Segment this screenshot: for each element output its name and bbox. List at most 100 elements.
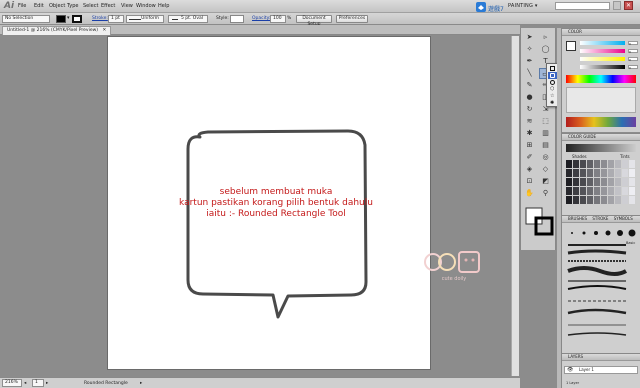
graphic-style-picker[interactable] bbox=[230, 15, 244, 23]
workspace-switcher[interactable]: PAINTING ▾ bbox=[508, 3, 538, 9]
slice-icon[interactable]: ◩ bbox=[539, 176, 552, 187]
guide-swatch[interactable] bbox=[608, 160, 614, 168]
symbol-sprayer-icon[interactable]: ✱ bbox=[523, 128, 536, 139]
guide-swatch[interactable] bbox=[580, 169, 586, 177]
blob-brush-icon[interactable]: ● bbox=[523, 92, 536, 103]
guide-swatch[interactable] bbox=[615, 160, 621, 168]
free-transform-icon[interactable]: ⬚ bbox=[539, 116, 552, 127]
guide-swatch[interactable] bbox=[622, 196, 628, 204]
guide-swatch[interactable] bbox=[615, 169, 621, 177]
guide-swatch[interactable] bbox=[629, 196, 635, 204]
menu-edit[interactable]: Edit bbox=[34, 3, 44, 9]
menu-effect[interactable]: Effect bbox=[101, 3, 115, 9]
guide-swatch[interactable] bbox=[566, 160, 572, 168]
cyan-value[interactable]: 0 bbox=[628, 41, 638, 46]
layer-row[interactable]: 👁 Layer 1 bbox=[564, 366, 638, 374]
guide-swatch[interactable] bbox=[566, 196, 572, 204]
magenta-value[interactable]: 0 bbox=[628, 49, 638, 54]
guide-swatch[interactable] bbox=[566, 178, 572, 186]
menu-object[interactable]: Object bbox=[49, 3, 65, 9]
guide-swatch[interactable] bbox=[622, 160, 628, 168]
prev-artboard-icon[interactable]: ◂ bbox=[24, 381, 26, 386]
guide-swatch[interactable] bbox=[573, 196, 579, 204]
guide-swatch[interactable] bbox=[573, 160, 579, 168]
warp-icon[interactable]: ≋ bbox=[523, 116, 536, 127]
close-tab-icon[interactable]: ✕ bbox=[103, 28, 107, 33]
guide-swatch[interactable] bbox=[608, 187, 614, 195]
tab-color[interactable]: COLOR bbox=[568, 29, 582, 35]
guide-swatch[interactable] bbox=[587, 187, 593, 195]
column-graph-icon[interactable]: ▥ bbox=[539, 128, 552, 139]
pen-icon[interactable]: ✒ bbox=[523, 56, 536, 67]
color-guide-header[interactable]: COLOR GUIDE bbox=[562, 134, 640, 141]
menu-window[interactable]: Window bbox=[136, 3, 156, 9]
brush-definition[interactable]: 5 pt. Oval bbox=[168, 15, 208, 23]
close-button[interactable]: ✕ bbox=[624, 1, 633, 10]
paintbrush-icon[interactable]: ✎ bbox=[523, 80, 536, 91]
menu-help[interactable]: Help bbox=[158, 3, 169, 9]
variable-width-profile[interactable]: Uniform bbox=[126, 15, 164, 23]
status-menu-icon[interactable]: ▸ bbox=[140, 381, 142, 386]
guide-swatch[interactable] bbox=[594, 169, 600, 177]
menu-file[interactable]: File bbox=[18, 3, 26, 9]
mesh-icon[interactable]: ⊞ bbox=[523, 140, 536, 151]
gradient-icon[interactable]: ▤ bbox=[539, 140, 552, 151]
guide-swatch[interactable] bbox=[587, 178, 593, 186]
menu-select[interactable]: Select bbox=[83, 3, 98, 9]
guide-swatch[interactable] bbox=[601, 196, 607, 204]
guide-swatch[interactable] bbox=[587, 169, 593, 177]
brushes-panel-header[interactable]: BRUSHES STROKE SYMBOLS bbox=[562, 216, 640, 223]
magic-wand-icon[interactable]: ✧ bbox=[523, 44, 536, 55]
guide-swatch[interactable] bbox=[594, 178, 600, 186]
lasso-icon[interactable]: ◯ bbox=[539, 44, 552, 55]
guide-swatch[interactable] bbox=[594, 196, 600, 204]
stroke-swatch[interactable] bbox=[72, 15, 82, 23]
swatches-area[interactable] bbox=[566, 87, 636, 113]
guide-swatch[interactable] bbox=[594, 187, 600, 195]
rotate-icon[interactable]: ↻ bbox=[523, 104, 536, 115]
guide-swatch[interactable] bbox=[601, 187, 607, 195]
guide-swatch[interactable] bbox=[573, 187, 579, 195]
yellow-slider[interactable] bbox=[580, 57, 625, 61]
yellow-value[interactable]: 0 bbox=[628, 57, 638, 62]
guide-swatch[interactable] bbox=[608, 169, 614, 177]
guide-swatch[interactable] bbox=[594, 160, 600, 168]
menu-type[interactable]: Type bbox=[67, 3, 78, 9]
tab-color-guide[interactable]: COLOR GUIDE bbox=[568, 134, 596, 140]
guide-swatch[interactable] bbox=[580, 187, 586, 195]
zoom-icon[interactable]: ⚲ bbox=[539, 188, 552, 199]
document-setup-button[interactable]: Document Setup bbox=[296, 15, 332, 27]
zoom-field[interactable]: 216% bbox=[2, 379, 22, 387]
guide-swatch[interactable] bbox=[622, 169, 628, 177]
tab-symbols[interactable]: SYMBOLS bbox=[614, 216, 633, 222]
guide-swatch[interactable] bbox=[573, 178, 579, 186]
guide-swatch[interactable] bbox=[601, 178, 607, 186]
guide-swatch[interactable] bbox=[608, 178, 614, 186]
stroke-weight-field[interactable]: 1 pt bbox=[108, 15, 124, 23]
artboard-number-field[interactable]: 1 bbox=[32, 379, 44, 387]
tab-brushes[interactable]: BRUSHES bbox=[568, 216, 587, 222]
color-guide-grid[interactable] bbox=[566, 160, 636, 210]
guide-swatch[interactable] bbox=[566, 169, 572, 177]
recent-colors-strip[interactable] bbox=[566, 117, 636, 127]
black-slider[interactable] bbox=[580, 65, 625, 69]
guide-swatch[interactable] bbox=[608, 196, 614, 204]
artboard[interactable]: sebelum membuat muka kartun pastikan kor… bbox=[107, 36, 431, 370]
eyedropper-icon[interactable]: ✐ bbox=[523, 152, 536, 163]
guide-swatch[interactable] bbox=[587, 196, 593, 204]
guide-swatch[interactable] bbox=[580, 160, 586, 168]
menu-view[interactable]: View bbox=[121, 3, 133, 9]
guide-swatch[interactable] bbox=[615, 187, 621, 195]
guide-swatch[interactable] bbox=[601, 160, 607, 168]
guide-swatch[interactable] bbox=[615, 196, 621, 204]
artboard-icon[interactable]: ⊡ bbox=[523, 176, 536, 187]
tab-layers[interactable]: LAYERS bbox=[568, 354, 583, 360]
guide-swatch[interactable] bbox=[629, 178, 635, 186]
guide-swatch[interactable] bbox=[587, 160, 593, 168]
color-spectrum-bar[interactable] bbox=[566, 75, 636, 83]
preferences-button[interactable]: Preferences bbox=[336, 15, 368, 23]
live-paint-select-icon[interactable]: ◇ bbox=[539, 164, 552, 175]
opacity-field[interactable]: 100 bbox=[270, 15, 286, 23]
fill-stroke-icon[interactable] bbox=[524, 206, 554, 236]
search-field[interactable] bbox=[555, 2, 610, 10]
